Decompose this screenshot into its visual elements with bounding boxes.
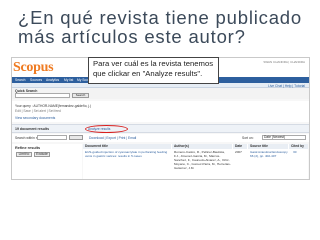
sort-label: Sort on: (242, 136, 254, 140)
instruction-callout: Para ver cuál es la revista tenemos que … (88, 57, 219, 84)
help-links[interactable]: Live Chat | Help | Tutorial (268, 84, 305, 88)
nav-sources[interactable]: Sources (30, 78, 42, 82)
refine-panel: Refine results Limit to Exclude (12, 144, 82, 179)
column-header-title[interactable]: Document title (83, 144, 171, 149)
result-actions[interactable]: Download | Export | Print | Email (89, 136, 136, 140)
row-1-title[interactable]: EUS-guided injection of cyanoacrylate in… (85, 150, 170, 178)
brand-links[interactable]: SWAN CHANDRA | CHANDRA (263, 60, 305, 64)
row-1-authors: Romero-Castro, R., Pellicer-Bautista, F.… (174, 150, 231, 170)
search-within-input[interactable] (37, 135, 67, 140)
scopus-logo[interactable]: Scopus (13, 60, 54, 76)
nav-search[interactable]: Search (15, 78, 25, 82)
results-count: 19 document results (15, 127, 50, 131)
refine-title: Refine results (15, 146, 41, 150)
query-area: Your query : AUTHOR-NAME(fernandez-galde… (12, 101, 309, 122)
quick-search: Quick Search Search (12, 88, 309, 99)
column-header-date[interactable]: Date (233, 144, 247, 149)
nav-my-list[interactable]: My list (64, 78, 73, 82)
highlight-oval (85, 125, 128, 133)
results-bar: 19 document results Analyze results (12, 124, 309, 133)
column-header-cited[interactable]: Cited by (289, 144, 308, 149)
secondary-documents-link[interactable]: View secondary documents (15, 116, 55, 120)
query-actions[interactable]: Edit | Save | Set alert | Set feed (15, 109, 61, 113)
results-toolbar: Search within results Download | Export … (12, 134, 309, 142)
row-1-cited[interactable]: 30 (293, 150, 305, 156)
nav-analytics[interactable]: Analytics (46, 78, 59, 82)
slide-title-line-1: ¿En qué revista tiene publicado (18, 7, 302, 28)
quick-search-input[interactable] (15, 93, 70, 98)
search-within-button[interactable] (69, 135, 83, 140)
column-header-authors[interactable]: Author(s) (172, 144, 232, 149)
query-text: Your query : AUTHOR-NAME(fernandez-galde… (15, 104, 92, 108)
row-1-source[interactable]: Gastrointestinal Endoscopy 66 (2), pp. 4… (250, 150, 288, 178)
row-1-year: 2007 (235, 150, 242, 154)
results-table: Document title Author(s) Date Source tit… (83, 144, 308, 179)
slide-title-line-2: más artículos este autor? (18, 26, 246, 47)
limit-to-button[interactable]: Limit to (16, 152, 32, 157)
exclude-button[interactable]: Exclude (34, 152, 50, 157)
column-header-source[interactable]: Source title (248, 144, 288, 149)
slide-title: ¿En qué revista tiene publicado más artí… (18, 8, 308, 46)
sort-select[interactable]: Date (Newest) (262, 135, 306, 140)
quick-search-button[interactable]: Search (72, 93, 89, 98)
